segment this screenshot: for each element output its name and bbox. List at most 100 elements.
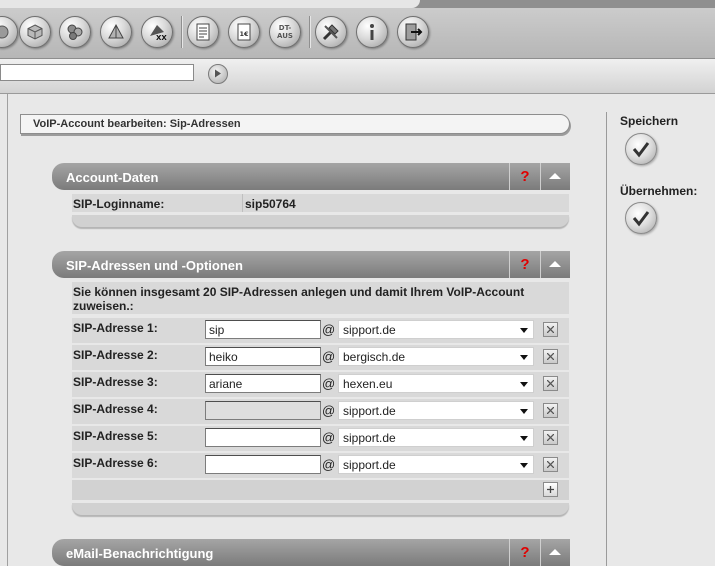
email-help-icon[interactable]: ? <box>509 539 540 566</box>
box-icon[interactable] <box>19 16 51 48</box>
info-icon[interactable] <box>356 16 388 48</box>
sip-address-3-input[interactable] <box>205 374 321 393</box>
sip-address-2-domain-select[interactable]: bergisch.de <box>338 347 534 366</box>
address-input[interactable] <box>0 64 194 81</box>
sip-address-6-input[interactable] <box>205 455 321 474</box>
chevron-up-icon <box>549 173 561 179</box>
chevron-up-icon <box>549 549 561 555</box>
account-panel-bottom <box>72 215 569 227</box>
sip-collapse-button[interactable] <box>540 251 570 278</box>
content-left-border <box>7 94 8 566</box>
close-icon <box>547 380 554 387</box>
plus-icon <box>547 486 554 493</box>
sip-address-3-domain-value: hexen.eu <box>343 377 393 391</box>
checkmark-icon <box>632 142 650 158</box>
apply-label: Übernehmen: <box>620 184 698 198</box>
sip-address-6-domain-value: sipport.de <box>343 458 396 472</box>
sip-address-1-delete-button[interactable] <box>543 322 558 337</box>
chevron-down-icon <box>520 355 528 360</box>
at-sign: @ <box>322 457 336 472</box>
sip-address-4-domain-select[interactable]: sipport.de <box>338 401 534 420</box>
sip-loginname-label: SIP-Loginname: <box>73 197 165 211</box>
sip-section-title: SIP-Adressen und -Optionen <box>66 258 243 273</box>
sip-address-6-label: SIP-Adresse 6: <box>73 456 158 470</box>
toolbar-separator <box>181 16 183 48</box>
chevron-down-icon <box>520 382 528 387</box>
sip-address-5-label: SIP-Adresse 5: <box>73 429 158 443</box>
account-collapse-button[interactable] <box>540 163 570 190</box>
save-button[interactable] <box>625 133 657 165</box>
go-button[interactable] <box>208 64 228 84</box>
sip-address-6-domain-select[interactable]: sipport.de <box>338 455 534 474</box>
toolbar-top-cap <box>0 0 420 8</box>
at-sign: @ <box>322 322 336 337</box>
sip-address-4-domain-value: sipport.de <box>343 404 396 418</box>
at-sign: @ <box>322 349 336 364</box>
sip-address-5-delete-button[interactable] <box>543 430 558 445</box>
sip-loginname-value: sip50764 <box>245 197 296 211</box>
at-sign: @ <box>322 403 336 418</box>
sip-address-5-input[interactable] <box>205 428 321 447</box>
email-section-title: eMail-Benachrichtigung <box>66 546 214 561</box>
sip-address-3-domain-select[interactable]: hexen.eu <box>338 374 534 393</box>
xxl-icon-label: XX <box>156 34 167 42</box>
at-sign: @ <box>322 430 336 445</box>
at-sign: @ <box>322 376 336 391</box>
sip-address-3-delete-button[interactable] <box>543 376 558 391</box>
account-help-icon[interactable]: ? <box>509 163 540 190</box>
sip-address-4-label: SIP-Adresse 4: <box>73 402 158 416</box>
disc-icon[interactable] <box>0 16 18 48</box>
sip-add-row <box>72 480 569 500</box>
sip-address-1-label: SIP-Adresse 1: <box>73 321 158 335</box>
sip-section-header: SIP-Adressen und -Optionen ? <box>52 251 570 278</box>
sip-address-1-domain-value: sipport.de <box>343 323 396 337</box>
email-section-header: eMail-Benachrichtigung ? <box>52 539 570 566</box>
close-icon <box>547 461 554 468</box>
add-sip-address-button[interactable] <box>543 482 558 497</box>
tools-icon[interactable] <box>315 16 347 48</box>
invoice-euro-icon[interactable]: 1€ <box>228 16 260 48</box>
people-icon[interactable] <box>59 16 91 48</box>
account-panel-divider <box>242 194 243 212</box>
sip-address-6-delete-button[interactable] <box>543 457 558 472</box>
sip-address-1-input[interactable] <box>205 320 321 339</box>
sip-address-2-delete-button[interactable] <box>543 349 558 364</box>
invoice-euro-label: 1€ <box>240 30 250 38</box>
breadcrumb: VoIP-Account bearbeiten: Sip-Adressen <box>20 114 570 134</box>
sip-address-5-domain-value: sipport.de <box>343 431 396 445</box>
play-icon <box>215 69 221 78</box>
close-icon <box>547 407 554 414</box>
sip-address-4-input[interactable] <box>205 401 321 420</box>
sip-address-3-label: SIP-Adresse 3: <box>73 375 158 389</box>
save-label: Speichern <box>620 114 679 128</box>
triangle-icon[interactable] <box>100 16 132 48</box>
email-collapse-button[interactable] <box>540 539 570 566</box>
close-icon <box>547 434 554 441</box>
checkmark-icon <box>632 211 650 227</box>
close-icon <box>547 326 554 333</box>
logout-icon[interactable] <box>397 16 429 48</box>
sidebar-divider <box>606 112 607 566</box>
close-icon <box>547 353 554 360</box>
account-section-title: Account-Daten <box>66 170 159 185</box>
dt-aus-icon[interactable]: DT- AUS <box>269 16 301 48</box>
chevron-down-icon <box>520 409 528 414</box>
sip-help-icon[interactable]: ? <box>509 251 540 278</box>
account-section-header: Account-Daten ? <box>52 163 570 190</box>
dt-aus-label-bottom: AUS <box>277 32 293 40</box>
xxl-icon[interactable]: XX <box>141 16 173 48</box>
dt-aus-label-top: DT- <box>278 24 292 32</box>
sip-address-2-domain-value: bergisch.de <box>343 350 406 364</box>
chevron-down-icon <box>520 463 528 468</box>
sip-address-4-delete-button[interactable] <box>543 403 558 418</box>
breadcrumb-text: VoIP-Account bearbeiten: Sip-Adressen <box>33 118 241 130</box>
sip-address-1-domain-select[interactable]: sipport.de <box>338 320 534 339</box>
chevron-down-icon <box>520 328 528 333</box>
apply-button[interactable] <box>625 202 657 234</box>
sip-address-2-input[interactable] <box>205 347 321 366</box>
sip-panel-bottom <box>72 503 569 515</box>
chevron-down-icon <box>520 436 528 441</box>
sip-address-5-domain-select[interactable]: sipport.de <box>338 428 534 447</box>
document-icon[interactable] <box>187 16 219 48</box>
toolbar-separator <box>309 16 311 48</box>
